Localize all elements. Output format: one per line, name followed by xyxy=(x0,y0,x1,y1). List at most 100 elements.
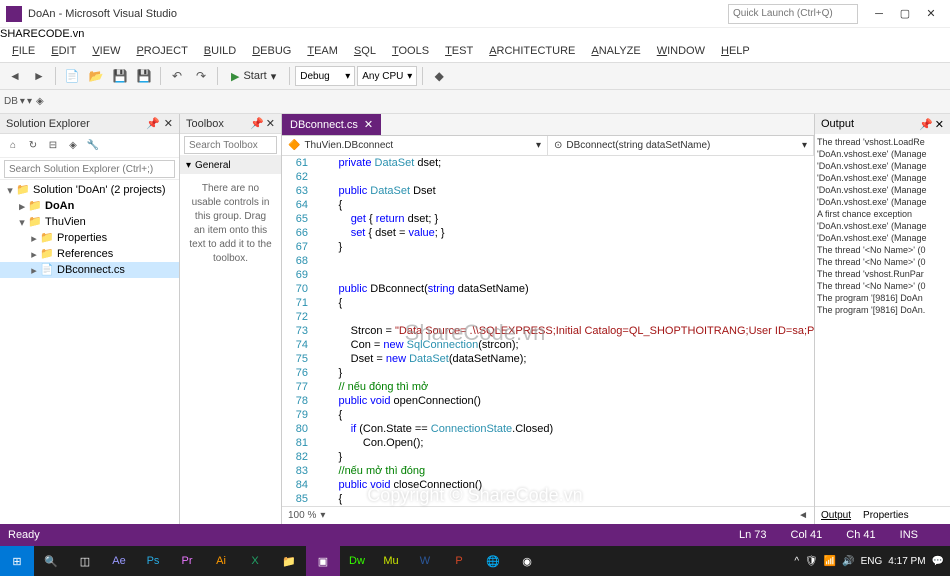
menu-window[interactable]: WINDOW xyxy=(649,45,713,57)
code-area[interactable]: 6162636465666768697071727374757677787980… xyxy=(282,156,814,506)
taskbar-app-folder[interactable]: 📁 xyxy=(272,546,306,576)
tree-node-properties[interactable]: ▸📁Properties xyxy=(0,230,179,246)
toolbox-group-general[interactable]: ▾ General xyxy=(180,156,281,174)
refresh-icon[interactable]: ↻ xyxy=(24,137,42,155)
menu-file[interactable]: FILE xyxy=(4,45,43,57)
tray-lang[interactable]: ENG xyxy=(861,556,883,567)
menu-view[interactable]: VIEW xyxy=(84,45,128,57)
panel-pin-icon[interactable]: 📌 xyxy=(146,117,160,130)
menu-analyze[interactable]: ANALYZE xyxy=(583,45,648,57)
config-dropdown[interactable]: Debug▾ xyxy=(295,66,355,86)
nav-member-dropdown[interactable]: ⊙ DBconnect(string dataSetName)▾ xyxy=(548,136,814,155)
code-content[interactable]: private DataSet dset; public DataSet Dse… xyxy=(314,156,814,506)
panel-pin-icon[interactable]: 📌 xyxy=(919,118,933,131)
taskbar-app-pr[interactable]: Pr xyxy=(170,546,204,576)
nav-back-button[interactable]: ◄ xyxy=(4,65,26,87)
output-tab-output[interactable]: Output xyxy=(815,507,857,524)
taskbar-app-ps[interactable]: Ps xyxy=(136,546,170,576)
solution-explorer-toolbar: ⌂ ↻ ⊟ ◈ 🔧 xyxy=(0,134,179,158)
start-menu-button[interactable]: ⊞ xyxy=(0,546,34,576)
taskbar-app-ppt[interactable]: P xyxy=(442,546,476,576)
open-button[interactable]: 📂 xyxy=(85,65,107,87)
code-editor: DBconnect.cs✕ 🔶 ThuVien.DBconnect▾ ⊙ DBc… xyxy=(282,114,814,524)
window-title: DoAn - Microsoft Visual Studio xyxy=(28,8,177,20)
system-tray[interactable]: ^ 🛡 📶 🔊 ENG 4:17 PM 💬 xyxy=(788,556,950,567)
tray-notifications-icon[interactable]: 💬 xyxy=(932,556,944,567)
tray-up-icon[interactable]: ^ xyxy=(794,556,799,567)
save-button[interactable]: 💾 xyxy=(109,65,131,87)
titlebar: DoAn - Microsoft Visual Studio ─ ▢ ✕ xyxy=(0,0,950,28)
taskbar-app-word[interactable]: W xyxy=(408,546,442,576)
solution-tree: ▾📁Solution 'DoAn' (2 projects) ▸📁DoAn▾📁T… xyxy=(0,180,179,524)
minimize-button[interactable]: ─ xyxy=(866,4,892,24)
menu-test[interactable]: TEST xyxy=(437,45,481,57)
menu-team[interactable]: TEAM xyxy=(299,45,346,57)
menu-edit[interactable]: EDIT xyxy=(43,45,84,57)
output-content[interactable]: The thread 'vshost.LoadRe'DoAn.vshost.ex… xyxy=(815,134,950,506)
tray-shield-icon[interactable]: 🛡 xyxy=(805,556,818,567)
db-tool-3[interactable]: ◈ xyxy=(36,96,44,107)
show-all-icon[interactable]: ◈ xyxy=(64,137,82,155)
properties-icon[interactable]: 🔧 xyxy=(84,137,102,155)
tab-close-icon[interactable]: ✕ xyxy=(364,118,373,131)
solution-explorer-panel: Solution Explorer 📌 ✕ ⌂ ↻ ⊟ ◈ 🔧 ▾📁Soluti… xyxy=(0,114,180,524)
panel-pin-icon[interactable]: 📌 xyxy=(250,117,264,130)
solution-root-node[interactable]: ▾📁Solution 'DoAn' (2 projects) xyxy=(0,182,179,198)
tree-node-references[interactable]: ▸📁References xyxy=(0,246,179,262)
extension-button[interactable]: ◆ xyxy=(428,65,450,87)
panel-close-icon[interactable]: ✕ xyxy=(164,117,173,130)
collapse-icon[interactable]: ⊟ xyxy=(44,137,62,155)
db-tool-2[interactable]: ▾ xyxy=(27,96,32,107)
redo-button[interactable]: ↷ xyxy=(190,65,212,87)
status-ch: Ch 41 xyxy=(846,529,875,541)
tray-sound-icon[interactable]: 🔊 xyxy=(842,556,854,567)
taskbar-app-chrome[interactable]: 🌐 xyxy=(476,546,510,576)
platform-dropdown[interactable]: Any CPU▾ xyxy=(357,66,417,86)
editor-navbar: 🔶 ThuVien.DBconnect▾ ⊙ DBconnect(string … xyxy=(282,136,814,156)
tree-node-doan[interactable]: ▸📁DoAn xyxy=(0,198,179,214)
solution-search-input[interactable] xyxy=(4,160,175,178)
menu-tools[interactable]: TOOLS xyxy=(384,45,437,57)
db-tool-1[interactable]: ▾ xyxy=(20,96,25,107)
quick-launch-input[interactable] xyxy=(728,4,858,24)
home-icon[interactable]: ⌂ xyxy=(4,137,22,155)
undo-button[interactable]: ↶ xyxy=(166,65,188,87)
task-view-icon[interactable]: ◫ xyxy=(68,546,102,576)
new-project-button[interactable]: 📄 xyxy=(61,65,83,87)
output-tab-properties[interactable]: Properties xyxy=(857,507,915,524)
menu-architecture[interactable]: ARCHITECTURE xyxy=(481,45,583,57)
taskbar-app-vs[interactable]: ▣ xyxy=(306,546,340,576)
editor-tab-dbconnect[interactable]: DBconnect.cs✕ xyxy=(282,114,381,135)
nav-class-dropdown[interactable]: 🔶 ThuVien.DBconnect▾ xyxy=(282,136,548,155)
taskbar-app-ai[interactable]: Ai xyxy=(204,546,238,576)
taskbar-app-dw[interactable]: Dw xyxy=(340,546,374,576)
search-icon[interactable]: 🔍 xyxy=(34,546,68,576)
tray-time[interactable]: 4:17 PM xyxy=(888,556,925,567)
menu-debug[interactable]: DEBUG xyxy=(244,45,299,57)
db-label: DB xyxy=(4,96,18,107)
line-gutter: 6162636465666768697071727374757677787980… xyxy=(282,156,314,506)
menu-project[interactable]: PROJECT xyxy=(128,45,195,57)
status-col: Col 41 xyxy=(791,529,823,541)
tree-node-dbconnect-cs[interactable]: ▸📄DBconnect.cs xyxy=(0,262,179,278)
panel-close-icon[interactable]: ✕ xyxy=(935,118,944,131)
menu-help[interactable]: HELP xyxy=(713,45,758,57)
taskbar-app-ae[interactable]: Ae xyxy=(102,546,136,576)
taskbar-app-mu[interactable]: Mu xyxy=(374,546,408,576)
nav-fwd-button[interactable]: ► xyxy=(28,65,50,87)
vs-logo-icon xyxy=(6,6,22,22)
maximize-button[interactable]: ▢ xyxy=(892,4,918,24)
tray-network-icon[interactable]: 📶 xyxy=(824,556,836,567)
toolbox-search-input[interactable] xyxy=(184,136,277,154)
solution-explorer-header: Solution Explorer 📌 ✕ xyxy=(0,114,179,134)
start-debug-button[interactable]: ▶Start▾ xyxy=(223,65,284,87)
save-all-button[interactable]: 💾 xyxy=(133,65,155,87)
taskbar-app-other[interactable]: ◉ xyxy=(510,546,544,576)
taskbar-app-excel[interactable]: X xyxy=(238,546,272,576)
close-button[interactable]: ✕ xyxy=(918,4,944,24)
panel-close-icon[interactable]: ✕ xyxy=(266,117,275,130)
editor-tabs: DBconnect.cs✕ xyxy=(282,114,814,136)
menu-sql[interactable]: SQL xyxy=(346,45,384,57)
menu-build[interactable]: BUILD xyxy=(196,45,244,57)
tree-node-thuvien[interactable]: ▾📁ThuVien xyxy=(0,214,179,230)
